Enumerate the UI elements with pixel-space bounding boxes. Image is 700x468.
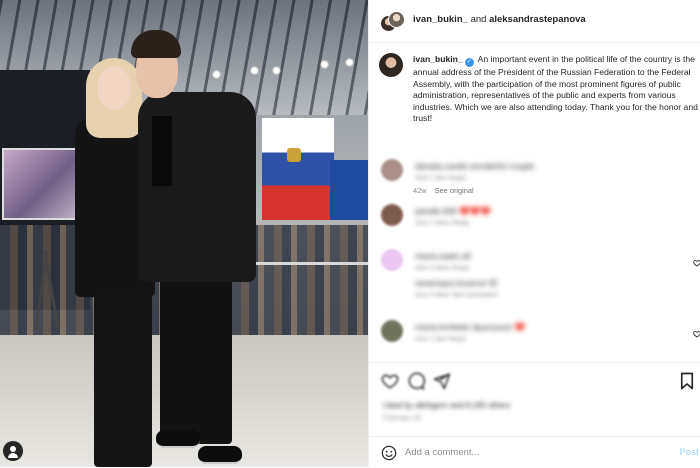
ceiling-light: [212, 70, 221, 79]
comment-row: maria.fonfetter lipurnsoon ❤️ 41w 1 like …: [379, 318, 700, 348]
avatar[interactable]: [381, 276, 403, 298]
comment-row: pavelk.009 ❤️❤️❤️ 42w 2 likes Reply: [379, 202, 700, 232]
comment-meta[interactable]: 43w 1 like Reply: [415, 175, 466, 182]
actions-bar: Liked by allohgern and 8,195 others Febr…: [369, 362, 700, 437]
header-connector: and: [470, 14, 487, 25]
comment-text: pavelk.009 ❤️❤️❤️: [415, 206, 492, 216]
share-icon[interactable]: [433, 372, 451, 390]
crest-emblem: [287, 148, 301, 162]
comment-like-icon[interactable]: [693, 254, 700, 267]
avatar[interactable]: [381, 204, 403, 226]
man-shirt: [152, 116, 172, 186]
header-usernames: ivan_bukin_ and aleksandrastepanova: [413, 14, 586, 25]
ceiling-light: [345, 58, 354, 67]
comment-input[interactable]: [405, 444, 665, 461]
comment-text: maria.sadm.all: [415, 251, 471, 261]
see-original-link[interactable]: See original: [435, 186, 474, 195]
verified-badge-icon: ✓: [464, 58, 474, 67]
caption-meta: 42w See original: [413, 186, 474, 195]
ceiling-light: [250, 66, 259, 75]
man-legs: [160, 272, 232, 444]
video-screen: [2, 148, 84, 220]
header-username-link[interactable]: ivan_bukin_: [413, 14, 468, 25]
avatar: [388, 11, 405, 28]
comment-icon[interactable]: [407, 372, 425, 390]
heart-icon[interactable]: [381, 372, 399, 390]
post-date: February 29: [383, 415, 421, 422]
post-details: ivan_bukin_ and aleksandrastepanova ivan…: [368, 0, 700, 467]
post-age: 42w: [413, 186, 427, 195]
avatar[interactable]: [381, 159, 403, 181]
comment-row: renamaya.incarnut 😊 41w 5 likes See trans…: [379, 274, 700, 304]
avatar[interactable]: [379, 53, 403, 77]
woman-face: [97, 66, 131, 110]
comment-text: renamaya.incarnut 😊: [415, 278, 498, 288]
caption-text: An important event in the political life…: [413, 54, 698, 124]
post-button[interactable]: Post: [679, 447, 699, 457]
emoji-icon[interactable]: [381, 445, 397, 461]
comment-meta[interactable]: 41w 1 like Reply: [415, 336, 466, 343]
avatar[interactable]: [381, 249, 403, 271]
shoe: [156, 430, 200, 448]
woman-legs: [94, 292, 152, 467]
likes-count[interactable]: Liked by allohgern and 8,195 others: [383, 401, 510, 410]
comment-meta[interactable]: 42w 3 likes Reply: [415, 265, 469, 272]
comment-row: darada.casab wonderful couple 43w 1 like …: [379, 157, 700, 187]
post-photo[interactable]: [0, 0, 368, 467]
avatar[interactable]: [381, 320, 403, 342]
caption-body: ivan_bukin_ ✓ An important event in the p…: [413, 54, 699, 125]
comment-text: maria.fonfetter lipurnsoon ❤️: [415, 322, 526, 332]
comment-like-icon[interactable]: [693, 325, 700, 338]
user-tag-icon[interactable]: [3, 441, 23, 461]
ceiling-light: [320, 60, 329, 69]
comment-box: Post: [369, 436, 700, 468]
ceiling-light: [272, 66, 281, 75]
header-collaborator-link[interactable]: aleksandrastepanova: [489, 14, 586, 25]
comment-text: darada.casab wonderful couple: [415, 161, 535, 171]
post-header: ivan_bukin_ and aleksandrastepanova: [369, 0, 700, 43]
shoe: [198, 446, 242, 464]
stage-flag-backdrop: [262, 118, 334, 220]
bookmark-icon[interactable]: [679, 372, 695, 390]
caption-username-link[interactable]: ivan_bukin_: [413, 54, 463, 64]
stage-panel: [330, 160, 368, 220]
comment-row: maria.sadm.all 42w 3 likes Reply: [379, 247, 700, 277]
comment-meta[interactable]: 42w 2 likes Reply: [415, 220, 469, 227]
comment-meta[interactable]: 41w 5 likes See translation: [415, 292, 498, 299]
collab-avatars[interactable]: [380, 11, 405, 33]
